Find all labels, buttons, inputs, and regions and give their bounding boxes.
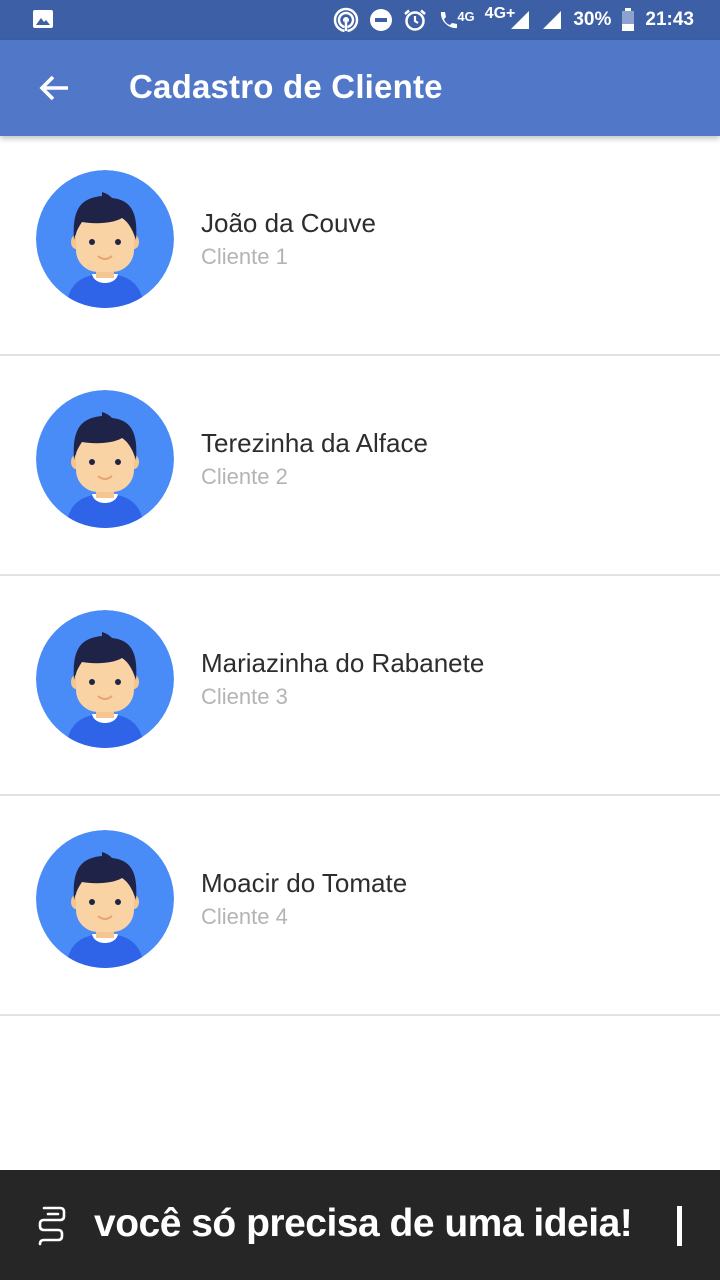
text-cursor (677, 1206, 682, 1246)
status-bar: 4G 4G+ 30% 21:43 (0, 0, 720, 40)
list-item[interactable]: João da Couve Cliente 1 (0, 136, 720, 356)
back-button[interactable] (36, 70, 72, 106)
client-subtitle: Cliente 2 (201, 464, 288, 489)
volte-call-icon: 4G (437, 8, 475, 31)
page-title: Cadastro de Cliente (129, 68, 443, 105)
banner-text: você só precisa de uma ideia! (94, 1202, 633, 1245)
promo-banner[interactable]: você só precisa de uma ideia! (0, 1170, 720, 1280)
client-name: Moacir do Tomate (201, 868, 408, 898)
signal-icon (541, 9, 563, 31)
client-subtitle: Cliente 4 (201, 904, 288, 929)
network-main-label: 4G+ (484, 5, 516, 22)
hotspot-icon (333, 7, 359, 33)
client-name: Mariazinha do Rabanete (201, 648, 485, 678)
client-name: João da Couve (201, 208, 376, 238)
gallery-notification-icon (32, 8, 54, 35)
alarm-icon (403, 8, 427, 32)
network-signal-group: 4G+ (485, 5, 532, 31)
list-item[interactable]: Mariazinha do Rabanete Cliente 3 (0, 576, 720, 796)
client-list: João da Couve Cliente 1 Terezinha da Alf… (0, 136, 720, 1016)
clock: 21:43 (645, 9, 694, 30)
status-icons: 4G 4G+ 30% 21:43 (333, 0, 694, 40)
client-subtitle: Cliente 1 (201, 244, 288, 269)
do-not-disturb-icon (369, 8, 393, 32)
avatar (36, 830, 174, 968)
app-bar: Cadastro de Cliente (0, 40, 720, 136)
avatar (36, 610, 174, 748)
network-small-label: 4G (457, 8, 475, 24)
brand-logo-icon (38, 1206, 66, 1246)
list-item[interactable]: Terezinha da Alface Cliente 2 (0, 356, 720, 576)
avatar (36, 390, 174, 528)
client-subtitle: Cliente 3 (201, 684, 288, 709)
battery-percent: 30% (573, 9, 612, 30)
arrow-left-icon (39, 75, 68, 101)
battery-icon (621, 8, 635, 32)
avatar (36, 170, 174, 308)
list-item[interactable]: Moacir do Tomate Cliente 4 (0, 796, 720, 1016)
client-name: Terezinha da Alface (201, 428, 428, 458)
